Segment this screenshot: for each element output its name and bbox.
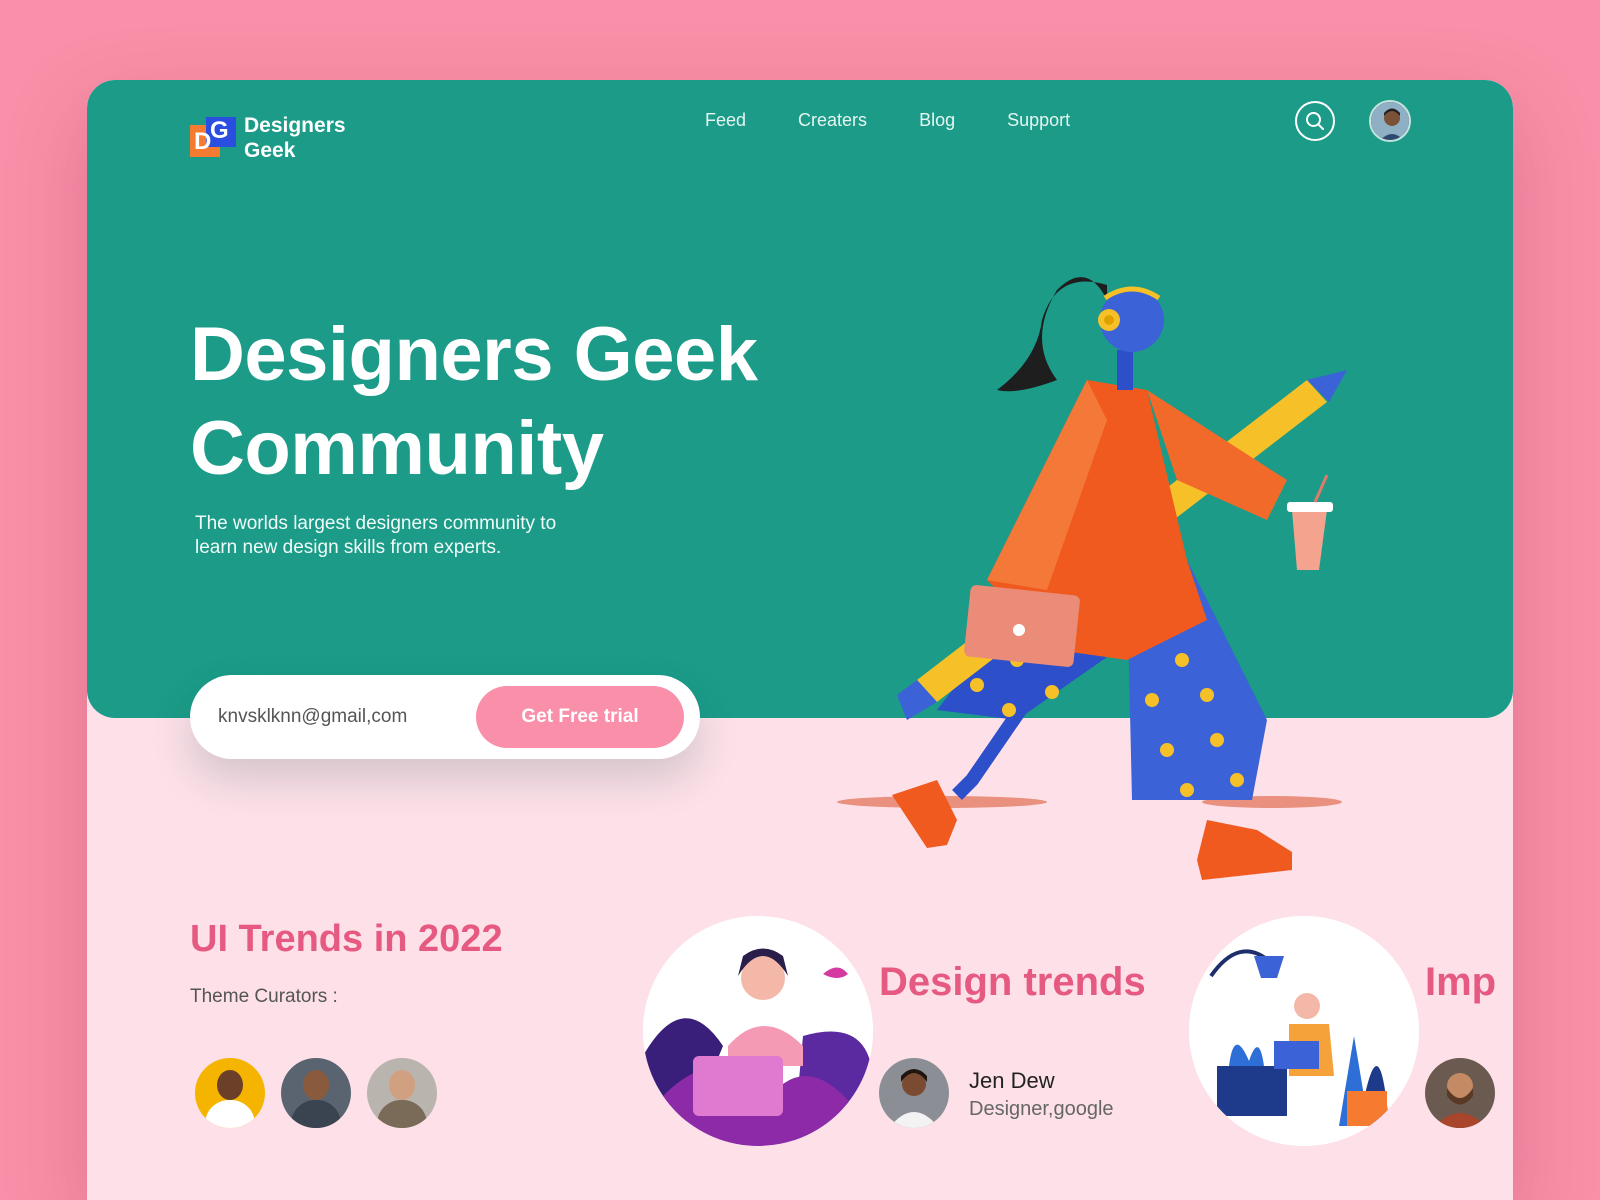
nav-item-blog[interactable]: Blog	[919, 110, 955, 131]
hero-title: Designers Geek Community	[190, 312, 758, 491]
landing-page: D G Designers Geek Feed Creaters Blog Su…	[87, 80, 1513, 1200]
brand-name: Designers Geek	[244, 114, 346, 162]
author-name: Jen Dew	[969, 1068, 1055, 1093]
nav-item-creaters[interactable]: Creaters	[798, 110, 867, 131]
curator-avatar[interactable]	[195, 1058, 265, 1128]
nav-item-feed[interactable]: Feed	[705, 110, 746, 131]
get-free-trial-button[interactable]: Get Free trial	[476, 686, 684, 748]
logo-mark: D G	[190, 117, 238, 159]
trends-title: UI Trends in 2022	[190, 918, 503, 960]
search-icon	[1306, 112, 1324, 130]
curators-list	[195, 1058, 437, 1128]
walking-woman-illustration	[837, 277, 1347, 880]
curators-label: Theme Curators :	[190, 986, 338, 1007]
email-field[interactable]	[218, 675, 458, 759]
curator-avatar[interactable]	[367, 1058, 437, 1128]
author-avatar	[879, 1058, 949, 1128]
author-avatar	[1425, 1058, 1495, 1128]
curator-avatar[interactable]	[281, 1058, 351, 1128]
signup-form: Get Free trial	[190, 675, 700, 759]
workspace-illustration	[1189, 916, 1419, 1146]
author-role: Designer,google	[969, 1098, 1114, 1120]
user-avatar[interactable]	[1369, 100, 1411, 142]
avatar-portrait	[1371, 102, 1409, 140]
search-button[interactable]	[1295, 101, 1335, 141]
design-trends-illustration	[643, 916, 873, 1146]
brand-logo[interactable]: D G Designers Geek	[190, 113, 346, 163]
nav-item-support[interactable]: Support	[1007, 110, 1070, 131]
card-title[interactable]: Design trends	[879, 960, 1146, 1005]
hero-subtitle: The worlds largest designers community t…	[195, 513, 557, 558]
main-nav: Feed Creaters Blog Support	[705, 110, 1070, 131]
card-title[interactable]: Imp	[1425, 960, 1496, 1005]
